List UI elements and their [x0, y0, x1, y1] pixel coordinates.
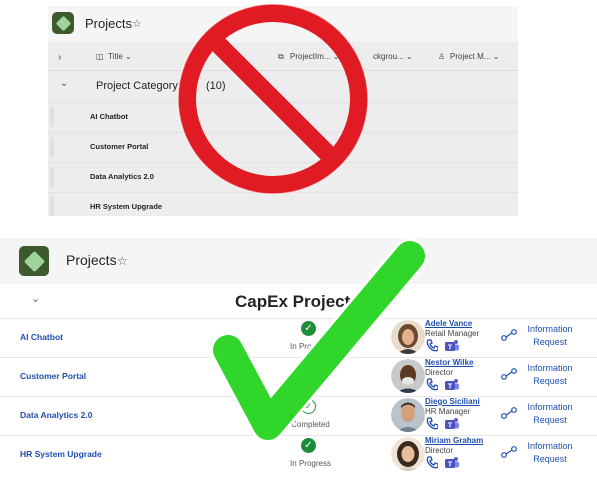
manager-role: Director — [425, 446, 454, 455]
manager-name-link[interactable]: Miriam Graham — [425, 436, 483, 445]
project-title: AI Chatbot — [90, 112, 128, 121]
column-header-background[interactable]: ckgrou... ⌄ — [373, 52, 413, 61]
table-row: AI Chatbot ✓ In Progress Adele Vance Ret… — [0, 318, 597, 358]
project-title: Customer Portal — [90, 142, 149, 151]
manager-role: Director — [425, 368, 454, 377]
project-title: Data Analytics 2.0 — [90, 172, 154, 181]
project-link[interactable]: AI Chatbot — [20, 332, 63, 342]
table-row[interactable]: Customer Portal — [48, 132, 518, 161]
project-link[interactable]: HR System Upgrade — [20, 449, 102, 459]
manager-name-link[interactable]: Adele Vance — [425, 319, 472, 328]
manager-role: HR Manager — [425, 407, 471, 416]
group-title: CapEx Projects — [235, 292, 360, 311]
phone-icon[interactable] — [426, 417, 438, 430]
column-header-project-manager[interactable]: Project M... ⌄ — [450, 52, 499, 61]
information-request-link[interactable]: Information Request — [524, 440, 576, 465]
column-header-row: › ◫ Title ⌄ ⧉ ProjectIm... ⌄ ckgrou... ⌄… — [48, 44, 518, 71]
status-label: Completed — [291, 420, 330, 429]
svg-text:T: T — [448, 462, 453, 469]
bottom-header: Projects ☆ — [0, 238, 597, 284]
row-select-handle[interactable] — [50, 167, 54, 187]
group-header[interactable]: ⌄ Project Category: C (10) — [48, 72, 518, 100]
page-title: Projects — [66, 252, 117, 268]
manager-role: Retail Manager — [425, 329, 480, 338]
teams-chat-icon[interactable]: T — [444, 339, 460, 352]
status-check-icon: ✓ — [301, 321, 316, 336]
avatar — [391, 359, 425, 393]
teams-chat-icon[interactable]: T — [444, 417, 460, 430]
avatar — [391, 398, 425, 432]
table-row[interactable]: HR System Upgrade — [48, 192, 518, 216]
table-row[interactable]: AI Chatbot — [48, 102, 518, 131]
top-list-view: Projects ☆ › ◫ Title ⌄ ⧉ ProjectIm... ⌄ … — [48, 6, 518, 216]
status-check-outline-icon: ✓ — [301, 399, 316, 414]
information-request-link[interactable]: Information Request — [524, 323, 576, 348]
teams-chat-icon[interactable]: T — [444, 378, 460, 391]
phone-icon[interactable] — [426, 339, 438, 352]
row-select-handle[interactable] — [50, 107, 54, 127]
project-title: HR System Upgrade — [90, 202, 163, 211]
expand-all-icon[interactable]: › — [58, 52, 61, 63]
table-row[interactable]: Data Analytics 2.0 — [48, 162, 518, 191]
flow-link-icon[interactable] — [501, 407, 517, 419]
flow-link-icon[interactable] — [501, 446, 517, 458]
svg-text:T: T — [448, 345, 453, 352]
avatar — [391, 320, 425, 354]
collapse-chevron-icon[interactable]: ⌄ — [31, 292, 40, 305]
app-logo-icon — [19, 246, 49, 276]
information-request-link[interactable]: Information Request — [524, 362, 576, 387]
flow-link-icon[interactable] — [501, 329, 517, 341]
information-request-link[interactable]: Information Request — [524, 401, 576, 426]
manager-name-link[interactable]: Nestor Wilke — [425, 358, 473, 367]
favorite-star-icon[interactable]: ☆ — [117, 254, 128, 268]
row-select-handle[interactable] — [50, 197, 54, 216]
avatar — [391, 437, 425, 471]
column-image-icon: ⧉ — [278, 52, 284, 61]
svg-text:T: T — [448, 384, 453, 391]
teams-chat-icon[interactable]: T — [444, 456, 460, 469]
manager-name-link[interactable]: Diego Siciliani — [425, 397, 480, 406]
table-row: HR System Upgrade ✓ In Progress Miriam G… — [0, 435, 597, 475]
status-label: In Progress — [290, 459, 331, 468]
status-label: In Progress — [290, 342, 331, 351]
favorite-star-icon[interactable]: ☆ — [132, 17, 142, 30]
phone-icon[interactable] — [426, 456, 438, 469]
app-logo-icon — [52, 12, 74, 34]
svg-text:T: T — [448, 423, 453, 430]
project-link[interactable]: Customer Portal — [20, 371, 86, 381]
column-header-title[interactable]: Title ⌄ — [108, 52, 132, 61]
project-link[interactable]: Data Analytics 2.0 — [20, 410, 92, 420]
row-select-handle[interactable] — [50, 137, 54, 157]
table-row: Data Analytics 2.0 ✓ Completed Diego Sic… — [0, 396, 597, 436]
page-title: Projects — [85, 16, 132, 31]
status-check-icon: ✓ — [301, 438, 316, 453]
phone-icon[interactable] — [426, 378, 438, 391]
column-title-icon: ◫ — [96, 52, 104, 61]
collapse-chevron-icon[interactable]: ⌄ — [60, 78, 68, 89]
flow-link-icon[interactable] — [501, 368, 517, 380]
column-person-icon: ♙ — [438, 52, 446, 61]
table-row: Customer Portal Nestor Wilke Director T … — [0, 357, 597, 397]
top-header: Projects ☆ — [48, 6, 518, 42]
group-count: (10) — [206, 80, 226, 92]
group-label: Project Category: C — [96, 80, 192, 92]
column-header-project-image[interactable]: ProjectIm... ⌄ — [290, 52, 339, 61]
